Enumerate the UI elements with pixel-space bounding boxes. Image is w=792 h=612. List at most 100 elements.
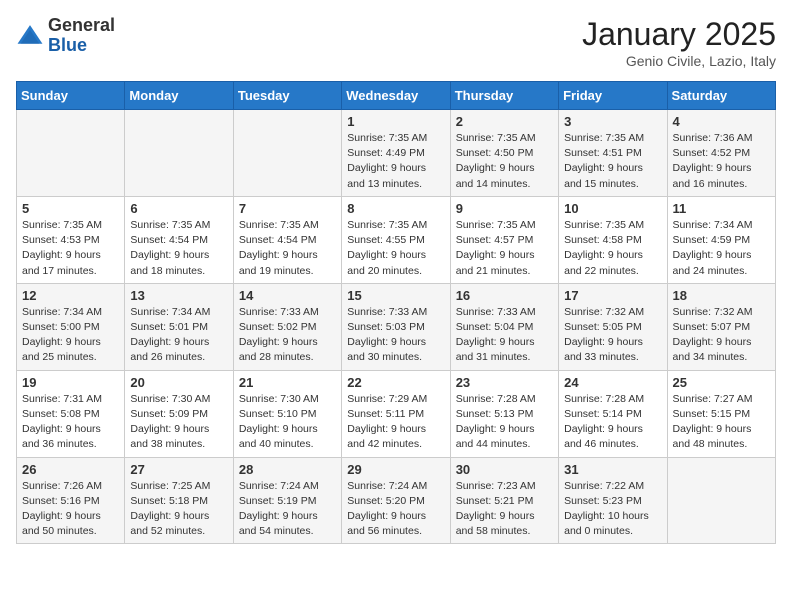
day-number: 14 bbox=[239, 288, 336, 303]
day-number: 6 bbox=[130, 201, 227, 216]
day-cell: 9 Sunrise: 7:35 AMSunset: 4:57 PMDaylight… bbox=[450, 196, 558, 283]
day-cell: 10Sunrise: 7:35 AMSunset: 4:58 PMDayligh… bbox=[559, 196, 667, 283]
day-info: Sunrise: 7:29 AMSunset: 5:11 PMDaylight:… bbox=[347, 392, 444, 453]
day-cell: 1 Sunrise: 7:35 AMSunset: 4:49 PMDaylight… bbox=[342, 110, 450, 197]
day-cell: 14 Sunrise: 7:33 AMSunset: 5:02 PMDayligh… bbox=[233, 283, 341, 370]
week-row-5: 26 Sunrise: 7:26 AMSunset: 5:16 PMDayligh… bbox=[17, 457, 776, 544]
logo-icon bbox=[16, 22, 44, 50]
day-info: Sunrise: 7:34 AMSunset: 5:01 PMDaylight:… bbox=[130, 305, 227, 366]
day-cell: 24 Sunrise: 7:28 AMSunset: 5:14 PMDayligh… bbox=[559, 370, 667, 457]
day-cell: 19 Sunrise: 7:31 AMSunset: 5:08 PMDayligh… bbox=[17, 370, 125, 457]
day-cell: 17 Sunrise: 7:32 AMSunset: 5:05 PMDayligh… bbox=[559, 283, 667, 370]
day-info: Sunrise: 7:35 AMSunset: 4:50 PMDaylight:… bbox=[456, 131, 553, 192]
day-number: 7 bbox=[239, 201, 336, 216]
day-cell: 12Sunrise: 7:34 AMSunset: 5:00 PMDayligh… bbox=[17, 283, 125, 370]
day-cell bbox=[667, 457, 775, 544]
day-info: Sunrise: 7:32 AMSunset: 5:05 PMDaylight:… bbox=[564, 305, 661, 366]
day-number: 30 bbox=[456, 462, 553, 477]
day-cell bbox=[233, 110, 341, 197]
day-cell: 2 Sunrise: 7:35 AMSunset: 4:50 PMDaylight… bbox=[450, 110, 558, 197]
day-info: Sunrise: 7:35 AMSunset: 4:49 PMDaylight:… bbox=[347, 131, 444, 192]
day-info: Sunrise: 7:22 AMSunset: 5:23 PMDaylight:… bbox=[564, 479, 661, 540]
day-info: Sunrise: 7:30 AMSunset: 5:10 PMDaylight:… bbox=[239, 392, 336, 453]
day-info: Sunrise: 7:23 AMSunset: 5:21 PMDaylight:… bbox=[456, 479, 553, 540]
day-info: Sunrise: 7:31 AMSunset: 5:08 PMDaylight:… bbox=[22, 392, 119, 453]
day-info: Sunrise: 7:32 AMSunset: 5:07 PMDaylight:… bbox=[673, 305, 770, 366]
day-info: Sunrise: 7:35 AMSunset: 4:55 PMDaylight:… bbox=[347, 218, 444, 279]
day-number: 24 bbox=[564, 375, 661, 390]
day-cell: 23Sunrise: 7:28 AMSunset: 5:13 PMDayligh… bbox=[450, 370, 558, 457]
day-cell: 20 Sunrise: 7:30 AMSunset: 5:09 PMDayligh… bbox=[125, 370, 233, 457]
calendar-table: SundayMondayTuesdayWednesdayThursdayFrid… bbox=[16, 81, 776, 544]
day-number: 9 bbox=[456, 201, 553, 216]
header-friday: Friday bbox=[559, 82, 667, 110]
day-info: Sunrise: 7:25 AMSunset: 5:18 PMDaylight:… bbox=[130, 479, 227, 540]
day-info: Sunrise: 7:28 AMSunset: 5:13 PMDaylight:… bbox=[456, 392, 553, 453]
day-number: 2 bbox=[456, 114, 553, 129]
day-cell: 22 Sunrise: 7:29 AMSunset: 5:11 PMDayligh… bbox=[342, 370, 450, 457]
day-number: 18 bbox=[673, 288, 770, 303]
week-row-1: 1 Sunrise: 7:35 AMSunset: 4:49 PMDaylight… bbox=[17, 110, 776, 197]
day-info: Sunrise: 7:27 AMSunset: 5:15 PMDaylight:… bbox=[673, 392, 770, 453]
week-row-4: 19 Sunrise: 7:31 AMSunset: 5:08 PMDayligh… bbox=[17, 370, 776, 457]
day-cell: 28Sunrise: 7:24 AMSunset: 5:19 PMDayligh… bbox=[233, 457, 341, 544]
day-number: 31 bbox=[564, 462, 661, 477]
day-cell: 31 Sunrise: 7:22 AMSunset: 5:23 PMDayligh… bbox=[559, 457, 667, 544]
day-info: Sunrise: 7:35 AMSunset: 4:54 PMDaylight:… bbox=[130, 218, 227, 279]
day-info: Sunrise: 7:33 AMSunset: 5:04 PMDaylight:… bbox=[456, 305, 553, 366]
day-cell: 3 Sunrise: 7:35 AMSunset: 4:51 PMDaylight… bbox=[559, 110, 667, 197]
day-number: 19 bbox=[22, 375, 119, 390]
day-cell: 5 Sunrise: 7:35 AMSunset: 4:53 PMDaylight… bbox=[17, 196, 125, 283]
day-number: 27 bbox=[130, 462, 227, 477]
day-number: 22 bbox=[347, 375, 444, 390]
day-number: 8 bbox=[347, 201, 444, 216]
day-info: Sunrise: 7:35 AMSunset: 4:53 PMDaylight:… bbox=[22, 218, 119, 279]
day-cell: 13Sunrise: 7:34 AMSunset: 5:01 PMDayligh… bbox=[125, 283, 233, 370]
day-cell: 7 Sunrise: 7:35 AMSunset: 4:54 PMDaylight… bbox=[233, 196, 341, 283]
title-block: January 2025 Genio Civile, Lazio, Italy bbox=[582, 16, 776, 69]
day-info: Sunrise: 7:33 AMSunset: 5:02 PMDaylight:… bbox=[239, 305, 336, 366]
day-info: Sunrise: 7:35 AMSunset: 4:54 PMDaylight:… bbox=[239, 218, 336, 279]
day-info: Sunrise: 7:35 AMSunset: 4:51 PMDaylight:… bbox=[564, 131, 661, 192]
location-subtitle: Genio Civile, Lazio, Italy bbox=[582, 53, 776, 69]
day-cell: 25Sunrise: 7:27 AMSunset: 5:15 PMDayligh… bbox=[667, 370, 775, 457]
header-tuesday: Tuesday bbox=[233, 82, 341, 110]
day-cell: 11Sunrise: 7:34 AMSunset: 4:59 PMDayligh… bbox=[667, 196, 775, 283]
day-number: 26 bbox=[22, 462, 119, 477]
day-info: Sunrise: 7:36 AMSunset: 4:52 PMDaylight:… bbox=[673, 131, 770, 192]
day-number: 10 bbox=[564, 201, 661, 216]
day-info: Sunrise: 7:35 AMSunset: 4:57 PMDaylight:… bbox=[456, 218, 553, 279]
header-thursday: Thursday bbox=[450, 82, 558, 110]
month-title: January 2025 bbox=[582, 16, 776, 53]
day-cell: 30 Sunrise: 7:23 AMSunset: 5:21 PMDayligh… bbox=[450, 457, 558, 544]
page-header: General Blue January 2025 Genio Civile, … bbox=[16, 16, 776, 69]
logo-general-text: General bbox=[48, 15, 115, 35]
day-cell: 26 Sunrise: 7:26 AMSunset: 5:16 PMDayligh… bbox=[17, 457, 125, 544]
day-info: Sunrise: 7:28 AMSunset: 5:14 PMDaylight:… bbox=[564, 392, 661, 453]
day-cell: 15Sunrise: 7:33 AMSunset: 5:03 PMDayligh… bbox=[342, 283, 450, 370]
day-number: 17 bbox=[564, 288, 661, 303]
day-cell: 29Sunrise: 7:24 AMSunset: 5:20 PMDayligh… bbox=[342, 457, 450, 544]
day-info: Sunrise: 7:26 AMSunset: 5:16 PMDaylight:… bbox=[22, 479, 119, 540]
day-info: Sunrise: 7:30 AMSunset: 5:09 PMDaylight:… bbox=[130, 392, 227, 453]
day-number: 1 bbox=[347, 114, 444, 129]
day-cell: 27 Sunrise: 7:25 AMSunset: 5:18 PMDayligh… bbox=[125, 457, 233, 544]
day-number: 11 bbox=[673, 201, 770, 216]
day-cell: 4 Sunrise: 7:36 AMSunset: 4:52 PMDaylight… bbox=[667, 110, 775, 197]
day-number: 20 bbox=[130, 375, 227, 390]
day-number: 5 bbox=[22, 201, 119, 216]
day-info: Sunrise: 7:24 AMSunset: 5:19 PMDaylight:… bbox=[239, 479, 336, 540]
header-row: SundayMondayTuesdayWednesdayThursdayFrid… bbox=[17, 82, 776, 110]
day-number: 4 bbox=[673, 114, 770, 129]
header-sunday: Sunday bbox=[17, 82, 125, 110]
day-number: 3 bbox=[564, 114, 661, 129]
day-info: Sunrise: 7:24 AMSunset: 5:20 PMDaylight:… bbox=[347, 479, 444, 540]
header-wednesday: Wednesday bbox=[342, 82, 450, 110]
day-cell: 18 Sunrise: 7:32 AMSunset: 5:07 PMDayligh… bbox=[667, 283, 775, 370]
day-cell bbox=[17, 110, 125, 197]
day-cell: 21 Sunrise: 7:30 AMSunset: 5:10 PMDayligh… bbox=[233, 370, 341, 457]
day-number: 21 bbox=[239, 375, 336, 390]
day-info: Sunrise: 7:33 AMSunset: 5:03 PMDaylight:… bbox=[347, 305, 444, 366]
day-number: 12 bbox=[22, 288, 119, 303]
day-cell: 16Sunrise: 7:33 AMSunset: 5:04 PMDayligh… bbox=[450, 283, 558, 370]
